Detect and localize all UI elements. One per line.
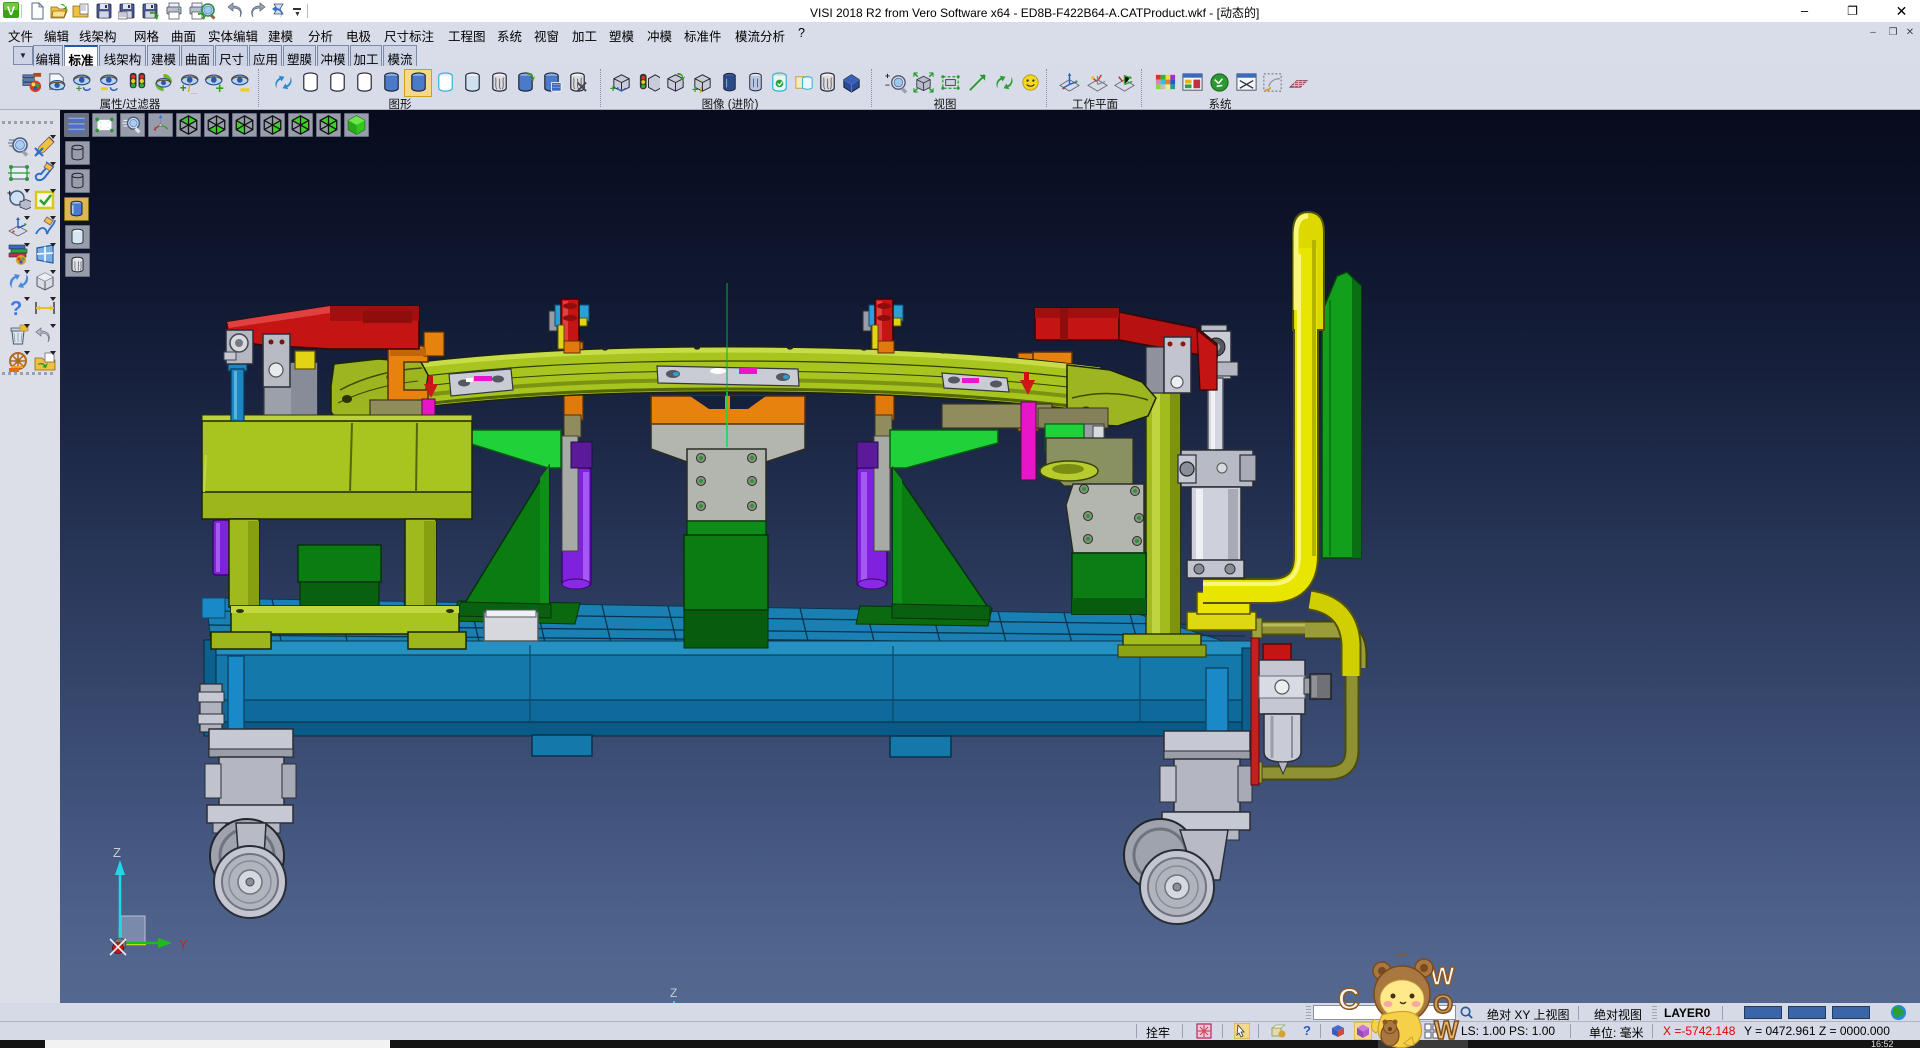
svg-text:–: – — [885, 79, 890, 89]
svg-text:W: W — [1430, 961, 1455, 991]
svg-text:/_: /_ — [700, 84, 709, 94]
svg-text:V: V — [7, 4, 15, 18]
svg-text:+: + — [692, 84, 698, 94]
svg-text:+: + — [610, 83, 616, 94]
svg-text:C: C — [1338, 983, 1360, 1016]
svg-text:Y: Y — [179, 937, 188, 952]
svg-text:W: W — [1434, 1015, 1459, 1045]
svg-text:+: + — [180, 83, 187, 94]
svg-text:+: + — [216, 81, 224, 94]
svg-text:Z: Z — [113, 845, 121, 860]
svg-text:+: + — [76, 83, 82, 94]
svg-text:?: ? — [10, 298, 22, 320]
svg-text:/_: /_ — [188, 83, 198, 94]
